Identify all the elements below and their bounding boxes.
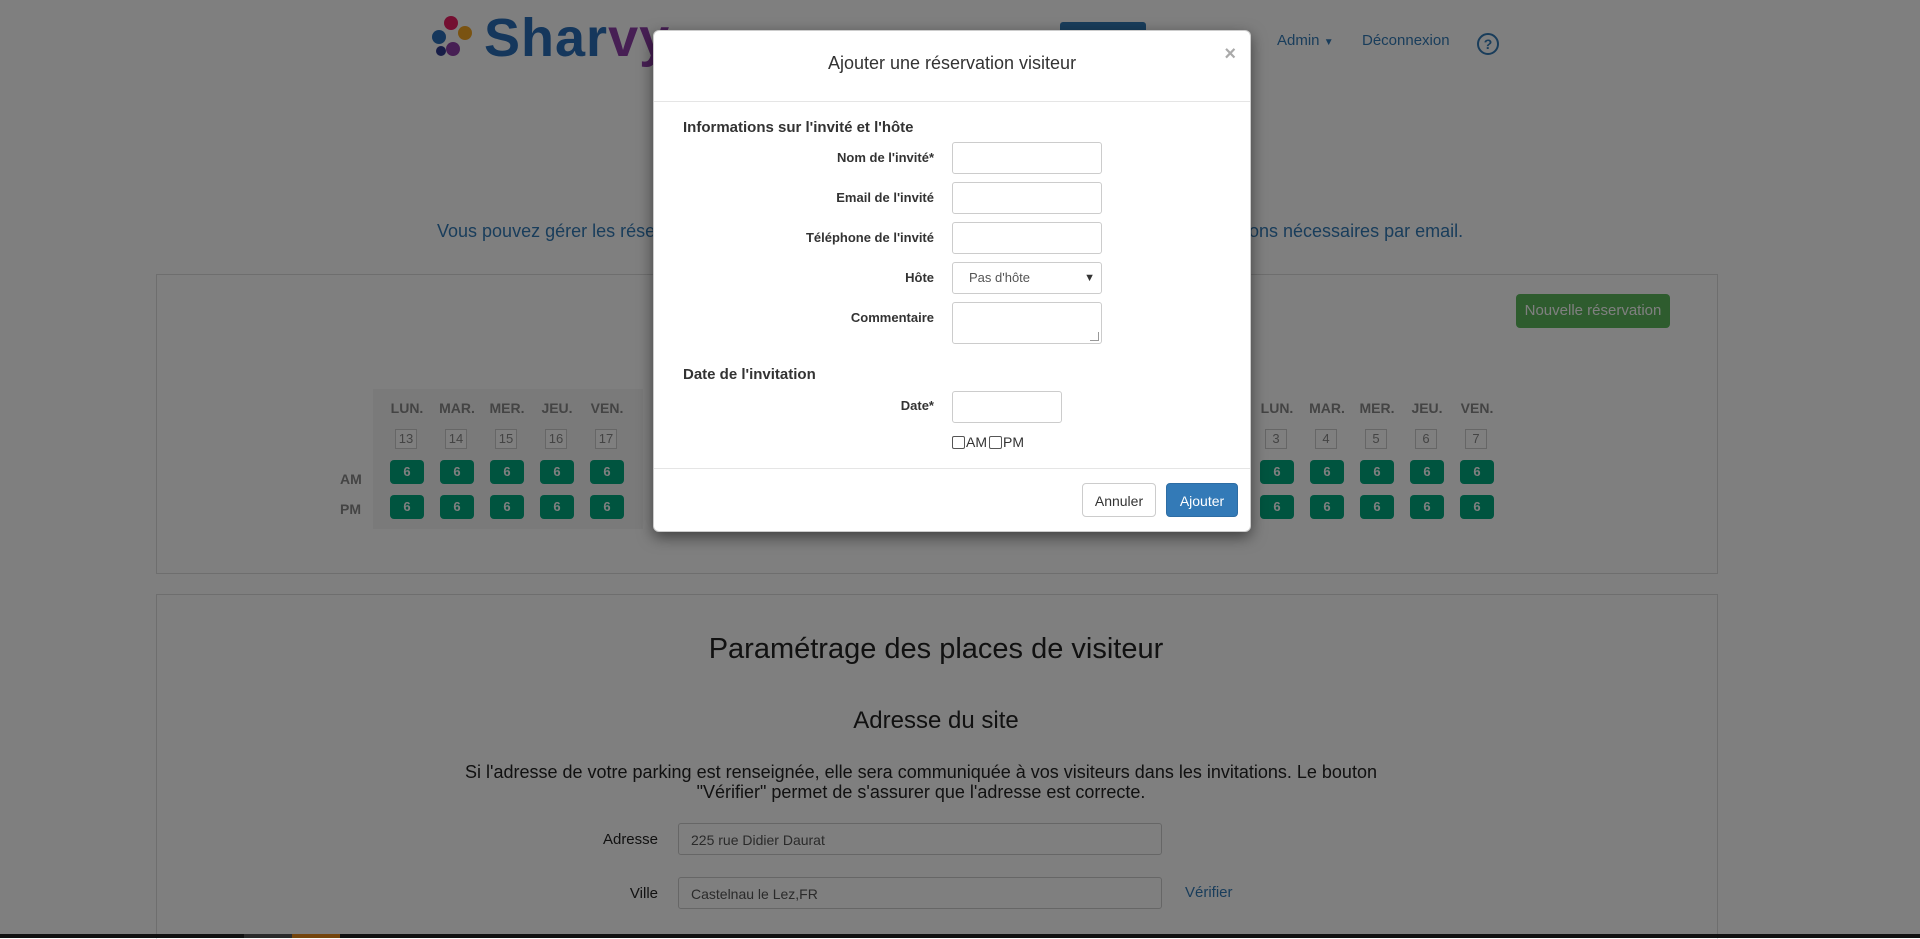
guest-email-input[interactable] — [952, 182, 1102, 214]
modal-title: Ajouter une réservation visiteur — [827, 53, 1077, 73]
am-checkbox[interactable] — [952, 435, 965, 449]
guest-name-input[interactable] — [952, 142, 1102, 174]
guest-email-label: Email de l'invité — [836, 190, 934, 205]
guest-name-label: Nom de l'invité* — [837, 150, 934, 165]
invitation-date-section-title: Date de l'invitation — [683, 366, 816, 383]
add-visitor-reservation-modal: Ajouter une réservation visiteur × Infor… — [653, 30, 1251, 532]
comment-label: Commentaire — [850, 310, 934, 325]
guest-host-section-title: Informations sur l'invité et l'hôte — [683, 119, 914, 136]
date-input[interactable] — [952, 391, 1062, 423]
chevron-down-icon: ▼ — [1084, 272, 1095, 284]
comment-textarea[interactable] — [952, 302, 1102, 344]
guest-phone-label: Téléphone de l'invité — [805, 230, 934, 245]
pm-checkbox[interactable] — [989, 435, 1002, 449]
cancel-button[interactable]: Annuler — [1082, 483, 1156, 517]
modal-footer: Annuler Ajouter — [654, 468, 1250, 533]
close-icon[interactable]: × — [1224, 43, 1236, 66]
host-select[interactable]: Pas d'hôte ▼ — [952, 262, 1102, 294]
guest-phone-input[interactable] — [952, 222, 1102, 254]
resize-handle-icon[interactable] — [1090, 332, 1099, 341]
modal-header: Ajouter une réservation visiteur × — [654, 31, 1250, 102]
am-checkbox-group[interactable]: AM — [952, 434, 987, 450]
pm-checkbox-group[interactable]: PM — [989, 434, 1024, 450]
host-label: Hôte — [905, 270, 934, 285]
add-button[interactable]: Ajouter — [1166, 483, 1238, 517]
date-label: Date* — [900, 398, 934, 413]
